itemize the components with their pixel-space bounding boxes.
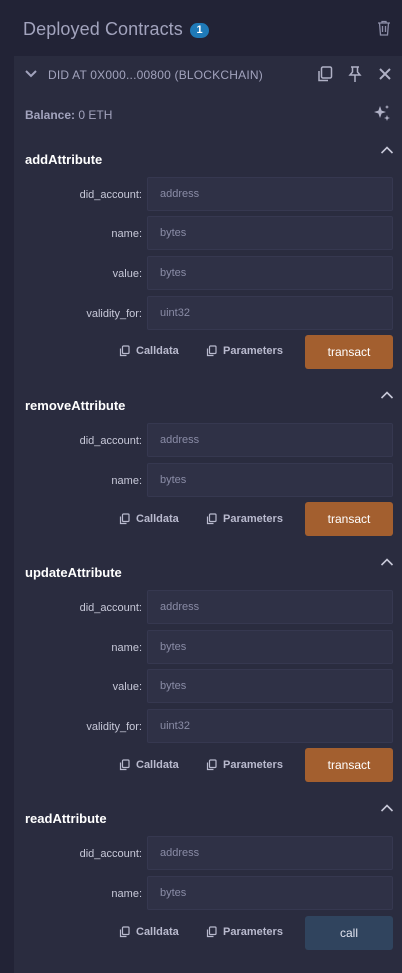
validity-for-input[interactable] [147,709,393,743]
value-input[interactable] [147,669,393,703]
calldata-label: Calldata [136,345,179,357]
section-title: Deployed Contracts [23,19,183,39]
copy-icon [119,345,130,357]
instance-title[interactable]: DID AT 0X000...00800 (BLOCKCHAIN) [48,68,263,82]
parameters-label: Parameters [223,759,283,771]
did-account-input[interactable] [147,177,393,211]
transact-button[interactable]: transact [305,748,393,782]
param-label: name: [111,475,142,487]
parameters-button[interactable]: Parameters [206,345,283,357]
balance-value: 0 ETH [78,108,113,122]
did-account-input[interactable] [147,423,393,457]
calldata-button[interactable]: Calldata [119,345,179,357]
copy-icon [206,926,217,938]
param-label: name: [111,888,142,900]
copy-icon [119,926,130,938]
sparkle-icon[interactable] [372,104,392,124]
calldata-button[interactable]: Calldata [119,926,179,938]
calldata-label: Calldata [136,926,179,938]
function-title: updateAttribute [25,565,122,580]
copy-icon [119,513,130,525]
function-title: readAttribute [25,811,107,826]
copy-icon [206,759,217,771]
param-label: did_account: [79,602,142,614]
name-input[interactable] [147,876,393,910]
parameters-label: Parameters [223,345,283,357]
transact-button[interactable]: transact [305,502,393,536]
call-button[interactable]: call [305,916,393,950]
copy-icon[interactable] [316,65,334,83]
name-input[interactable] [147,463,393,497]
param-label: did_account: [79,189,142,201]
deployed-contracts-header: Deployed Contracts 1 [0,0,402,56]
pin-icon[interactable] [346,65,364,83]
chevron-up-icon[interactable] [380,557,394,567]
instance-header[interactable]: DID AT 0X000...00800 (BLOCKCHAIN) [14,56,402,94]
trash-icon[interactable] [377,20,391,36]
calldata-button[interactable]: Calldata [119,513,179,525]
chevron-up-icon[interactable] [380,145,394,155]
balance: Balance: 0 ETH [25,108,112,122]
validity-for-input[interactable] [147,296,393,330]
param-label: did_account: [79,848,142,860]
value-input[interactable] [147,256,393,290]
param-label: validity_for: [86,721,142,733]
transact-button[interactable]: transact [305,335,393,369]
chevron-up-icon[interactable] [380,803,394,813]
name-input[interactable] [147,630,393,664]
param-label: value: [112,681,142,693]
parameters-button[interactable]: Parameters [206,926,283,938]
parameters-button[interactable]: Parameters [206,759,283,771]
name-input[interactable] [147,216,393,250]
parameters-label: Parameters [223,513,283,525]
copy-icon [206,513,217,525]
param-label: did_account: [79,435,142,447]
copy-icon [119,759,130,771]
param-label: name: [111,642,142,654]
chevron-down-icon[interactable] [24,68,38,80]
calldata-label: Calldata [136,759,179,771]
param-label: validity_for: [86,308,142,320]
did-account-input[interactable] [147,590,393,624]
contract-count-badge: 1 [190,23,209,38]
function-title: addAttribute [25,152,103,167]
parameters-label: Parameters [223,926,283,938]
contract-instance-panel: DID AT 0X000...00800 (BLOCKCHAIN) Balanc… [14,56,402,973]
copy-icon [206,345,217,357]
did-account-input[interactable] [147,836,393,870]
function-title: removeAttribute [25,398,126,413]
chevron-up-icon[interactable] [380,390,394,400]
calldata-button[interactable]: Calldata [119,759,179,771]
param-label: name: [111,228,142,240]
calldata-label: Calldata [136,513,179,525]
close-icon[interactable] [376,65,394,83]
param-label: value: [112,268,142,280]
balance-label: Balance: [25,108,76,122]
parameters-button[interactable]: Parameters [206,513,283,525]
